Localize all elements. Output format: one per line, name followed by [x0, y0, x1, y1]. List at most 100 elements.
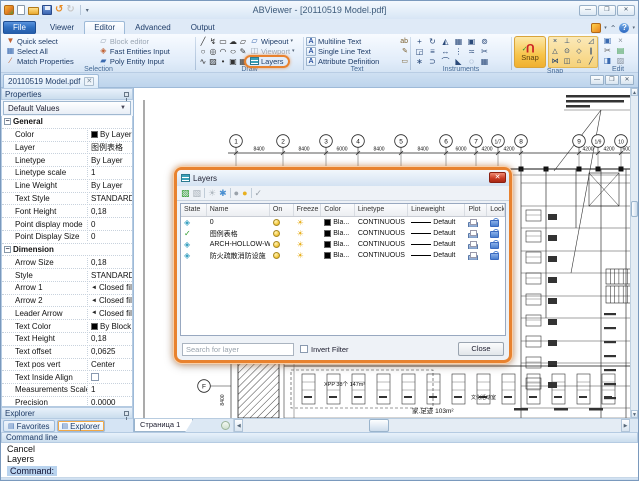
copy-icon[interactable]: ▣: [601, 36, 614, 46]
ribbon-button-poly-entity-input[interactable]: ▰Poly Entity Input: [97, 56, 193, 66]
horizontal-scroll-thumb[interactable]: [369, 419, 389, 432]
vertical-scrollbar[interactable]: ▲ ▼: [630, 88, 638, 418]
layer-freeze-sun-icon[interactable]: ☀: [297, 219, 304, 227]
property-row-linetype[interactable]: LinetypeBy Layer: [2, 154, 132, 167]
property-row-arrow-2[interactable]: Arrow 2◄Closed filled: [2, 295, 132, 308]
snap-apparent-icon[interactable]: ⋈: [549, 57, 561, 67]
property-row-measurements-scale[interactable]: Measurements Scale1: [2, 384, 132, 397]
help-icon[interactable]: ?: [619, 23, 629, 33]
child-close-button[interactable]: ✕: [620, 75, 634, 85]
command-history[interactable]: CancelLayersCommand:: [1, 443, 638, 477]
delete-layer-icon[interactable]: ▧: [193, 188, 202, 198]
vertical-scroll-thumb[interactable]: [631, 201, 638, 217]
ribbon-button-match-properties[interactable]: ∕Match Properties: [4, 56, 97, 66]
restore-button[interactable]: ❒: [598, 5, 616, 16]
layer-on-icon[interactable]: ●: [242, 188, 247, 198]
document-tab-close-icon[interactable]: ✕: [84, 77, 94, 86]
tab-output[interactable]: Output: [181, 21, 225, 34]
ribbon-button-fast-entities-input[interactable]: ◈Fast Entities Input: [97, 46, 193, 56]
scroll-left-icon[interactable]: ◀: [234, 419, 243, 432]
page-tab[interactable]: Страница 1: [134, 419, 193, 432]
open-file-icon[interactable]: [28, 7, 39, 15]
scroll-right-icon[interactable]: ▶: [621, 419, 630, 432]
panel-tab-explorer[interactable]: ▤Explorer: [57, 420, 105, 432]
layer-freeze-sun-icon[interactable]: ☀: [297, 252, 304, 260]
ribbon-button-single-line-text[interactable]: ASingle Line Text✎: [306, 46, 408, 56]
join-icon[interactable]: ⊃: [426, 57, 439, 66]
layer-color-swatch[interactable]: [324, 219, 331, 226]
snap-endpoint-icon[interactable]: ×: [549, 37, 561, 47]
line-icon[interactable]: ╱: [198, 37, 208, 46]
table-icon[interactable]: ▦: [238, 57, 248, 66]
drawing-canvas[interactable]: 12345671/7891/91084008400600084008400600…: [134, 88, 638, 432]
snap-quadrant-icon[interactable]: ◇: [573, 47, 585, 57]
tab-editor[interactable]: Editor: [84, 21, 125, 34]
delete-icon[interactable]: ×: [614, 36, 627, 46]
lock-icon[interactable]: [490, 240, 498, 249]
property-row-line-weight[interactable]: Line WeightBy Layer: [2, 180, 132, 193]
scroll-up-icon[interactable]: ▲: [631, 88, 638, 96]
set-current-icon[interactable]: ✓: [255, 188, 263, 198]
dialog-close-icon[interactable]: ✕: [489, 172, 506, 183]
scroll-down-icon[interactable]: ▼: [631, 410, 638, 418]
ribbon-button-select-all[interactable]: ▦Select All: [4, 46, 97, 56]
stretch-icon[interactable]: ↔: [439, 47, 452, 56]
dropdown-caret-icon[interactable]: ▾: [292, 48, 295, 54]
new-file-icon[interactable]: [17, 5, 25, 15]
donut-icon[interactable]: ◎: [208, 47, 218, 56]
tab-file[interactable]: File: [3, 21, 36, 34]
property-row-arrow-1[interactable]: Arrow 1◄Closed filled: [2, 282, 132, 295]
property-row-point-display-size[interactable]: Point Display Size0: [2, 231, 132, 244]
layer-row-0[interactable]: ◈0☀Bla...CONTINUOUSDefault: [181, 217, 505, 228]
attribute-icon[interactable]: ▭: [401, 57, 408, 65]
abc-icon[interactable]: ab: [400, 38, 408, 45]
layer-color-swatch[interactable]: [324, 230, 331, 237]
revcloud-icon[interactable]: ◌: [465, 57, 478, 66]
column-header-state[interactable]: State: [181, 204, 207, 216]
layer-linetype[interactable]: CONTINUOUS: [358, 241, 405, 248]
column-header-freeze[interactable]: Freeze: [294, 204, 322, 216]
pin-icon[interactable]: [124, 411, 129, 416]
child-minimize-button[interactable]: —: [590, 75, 604, 85]
command-prompt[interactable]: Command:: [7, 466, 57, 476]
property-row-text-pos-vert[interactable]: Text pos vertCenter: [2, 359, 132, 372]
save-file-icon[interactable]: [42, 5, 52, 15]
column-header-lineweight[interactable]: Lineweight: [408, 204, 465, 216]
snap-midpoint-icon[interactable]: △: [549, 47, 561, 57]
align-icon[interactable]: ≡: [426, 47, 439, 56]
minimize-ribbon-icon[interactable]: ⌃: [610, 24, 617, 33]
ribbon-button-viewport[interactable]: ◫Viewport▾: [248, 47, 297, 56]
paste-icon[interactable]: ▤: [614, 46, 627, 56]
dialog-close-button[interactable]: Close: [458, 342, 504, 356]
snap-parallel-icon[interactable]: ∥: [585, 47, 597, 57]
column-header-name[interactable]: Name: [207, 204, 270, 216]
property-row-text-inside-align[interactable]: Text Inside Align: [2, 371, 132, 384]
property-row-font-height[interactable]: Font Height0,18: [2, 205, 132, 218]
erase-icon[interactable]: ▨: [614, 56, 627, 66]
layer-freeze-sun-icon[interactable]: ☀: [297, 230, 304, 238]
rectangle-icon[interactable]: ▭: [218, 37, 228, 46]
layer-on-bulb-icon[interactable]: [273, 241, 280, 248]
layer-on-bulb-icon[interactable]: [273, 252, 280, 259]
layer-off-icon[interactable]: ●: [234, 188, 239, 198]
layer-linetype[interactable]: CONTINUOUS: [358, 230, 405, 237]
column-header-color[interactable]: Color: [321, 204, 355, 216]
lock-icon[interactable]: [490, 251, 498, 260]
duplicate-icon[interactable]: ◨: [601, 56, 614, 66]
snap-insertion-icon[interactable]: ◫: [561, 57, 573, 67]
dropdown-caret-icon[interactable]: ▾: [291, 38, 294, 44]
ribbon-button-block-editor[interactable]: ▱Block editor: [97, 36, 193, 46]
layers-dialog-titlebar[interactable]: Layers ✕: [177, 170, 509, 186]
ribbon-button-quick-select[interactable]: ▼Quick select: [4, 36, 97, 46]
chamfer-icon[interactable]: ◣: [452, 57, 465, 66]
move-icon[interactable]: +: [413, 37, 426, 46]
layer-linetype[interactable]: CONTINUOUS: [358, 219, 405, 226]
plot-printer-icon[interactable]: [468, 230, 478, 238]
ribbon-button-multiline-text[interactable]: AMultiline Textab: [306, 36, 408, 46]
revision-cloud-icon[interactable]: ☁: [228, 37, 238, 46]
horizontal-scrollbar[interactable]: ◀ ▶: [233, 419, 630, 432]
grid-icon[interactable]: ▦: [478, 57, 491, 66]
offset-icon[interactable]: ⊚: [478, 37, 491, 46]
customize-toolbar-caret-icon[interactable]: ▾: [86, 7, 89, 14]
page-list-button[interactable]: [221, 421, 230, 430]
